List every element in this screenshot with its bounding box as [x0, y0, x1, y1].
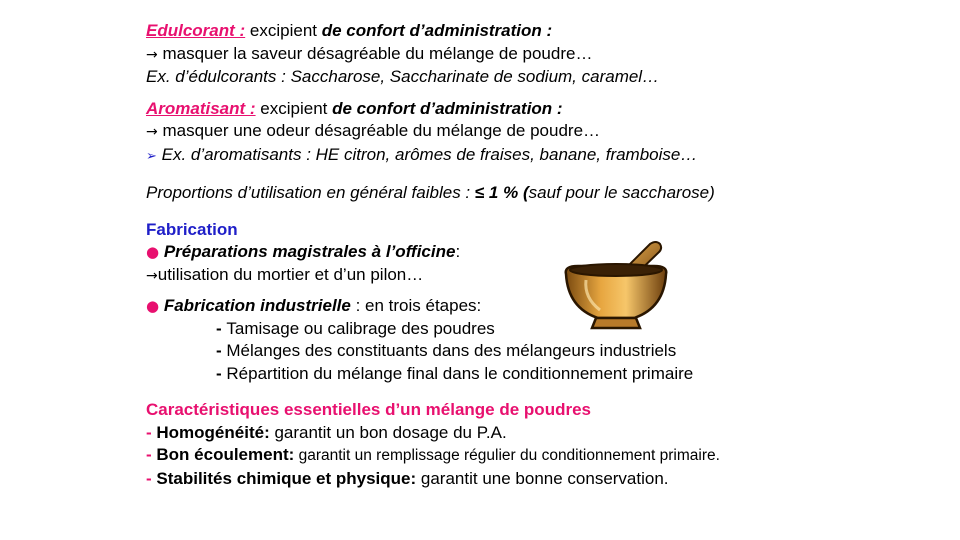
edulcorant-action-line: → masquer la saveur désagréable du mélan… [146, 43, 946, 67]
section-fabrication: Fabrication ● Préparations magistrales à… [146, 219, 946, 386]
item-text: garantit un remplissage régulier du cond… [294, 447, 720, 464]
fabrication-step: - Répartition du mélange final dans le c… [146, 363, 946, 386]
mortar-and-pestle-icon [564, 241, 668, 330]
edulcorant-term: Edulcorant : [146, 21, 246, 40]
aromatisant-title-line: Aromatisant : excipient de confort d’adm… [146, 98, 946, 121]
item-dash: - [146, 445, 157, 464]
edulcorant-title-line: Edulcorant : excipient de confort d’admi… [146, 20, 946, 43]
proportions-line: Proportions d’utilisation en général fai… [146, 182, 946, 205]
magistrale-detail: utilisation du mortier et d’un pilon… [157, 264, 424, 284]
proportions-pre: Proportions d’utilisation en général fai… [146, 183, 475, 202]
round-bullet-icon: ● [146, 243, 160, 261]
item-dash: - [146, 468, 157, 488]
magistrale-label: Préparations magistrales à l’officine [159, 242, 456, 261]
step-dash: - [216, 341, 227, 360]
slide-content: Edulcorant : excipient de confort d’admi… [146, 20, 946, 499]
proportions-value: ≤ 1 % ( [474, 183, 529, 202]
magistrale-post: : [455, 242, 461, 261]
item-dash: - [146, 422, 157, 442]
caracteristiques-heading: Caractéristiques essentielles d’un mélan… [146, 400, 591, 419]
edulcorant-examples: Ex. d’édulcorants : Saccharose, Sacchari… [146, 67, 660, 86]
step-dash: - [216, 363, 227, 383]
fabrication-heading: Fabrication [146, 219, 238, 239]
edulcorant-action: masquer la saveur désagréable du mélange… [157, 43, 593, 63]
fabrication-item-industrielle: ● Fabrication industrielle : en trois ét… [146, 295, 946, 318]
aromatisant-examples-line: ➢ Ex. d’aromatisants : HE citron, arômes… [146, 144, 946, 169]
round-bullet-icon: ● [146, 297, 160, 315]
item-label: Bon écoulement: [156, 445, 295, 464]
step-text: Répartition du mélange final dans le con… [226, 363, 694, 383]
fabrication-step: - Mélanges des constituants dans des mél… [146, 340, 946, 363]
triangle-bullet-icon: ➢ [146, 148, 157, 164]
section-caracteristiques: Caractéristiques essentielles d’un mélan… [146, 399, 946, 490]
item-label: Stabilités chimique et physique: [156, 468, 417, 488]
step-text: Tamisage ou calibrage des poudres [226, 318, 495, 338]
aromatisant-role-pre: excipient [255, 98, 333, 118]
aromatisant-action-line: → masquer une odeur désagréable du mélan… [146, 120, 946, 144]
section-proportions: Proportions d’utilisation en général fai… [146, 182, 946, 205]
section-edulcorant: Edulcorant : excipient de confort d’admi… [146, 20, 946, 89]
industrielle-label: Fabrication industrielle [159, 296, 351, 315]
step-text: Mélanges des constituants dans des mélan… [226, 341, 677, 360]
edulcorant-role-pre: excipient [245, 21, 322, 40]
edulcorant-role: de confort d’administration : [321, 21, 553, 40]
aromatisant-term: Aromatisant : [146, 98, 256, 118]
aromatisant-action: masquer une odeur désagréable du mélange… [157, 121, 601, 140]
aromatisant-examples: Ex. d’aromatisants : HE citron, arômes d… [156, 144, 698, 164]
arrow-right-icon: → [146, 267, 158, 284]
arrow-right-icon: → [146, 124, 158, 140]
item-label: Homogénéité: [156, 422, 270, 442]
proportions-post: sauf pour le saccharose) [528, 183, 715, 202]
item-text: garantit un bon dosage du P.A. [269, 422, 507, 442]
arrow-right-icon: → [146, 46, 158, 63]
step-dash: - [216, 318, 227, 338]
magistrale-detail-line: →utilisation du mortier et d’un pilon… [146, 264, 946, 288]
section-aromatisant: Aromatisant : excipient de confort d’adm… [146, 98, 946, 169]
item-text: garantit une bonne conservation. [416, 468, 669, 488]
aromatisant-role: de confort d’administration : [332, 98, 563, 118]
fabrication-step: - Tamisage ou calibrage des poudres [146, 318, 946, 341]
industrielle-post: : en trois étapes: [350, 296, 482, 315]
fabrication-item-magistrale: ● Préparations magistrales à l’officine: [146, 241, 946, 264]
caracteristique-item: - Stabilités chimique et physique: garan… [146, 468, 946, 491]
caracteristique-item: - Bon écoulement: garantit un remplissag… [146, 444, 946, 468]
caracteristique-item: - Homogénéité: garantit un bon dosage du… [146, 422, 946, 445]
